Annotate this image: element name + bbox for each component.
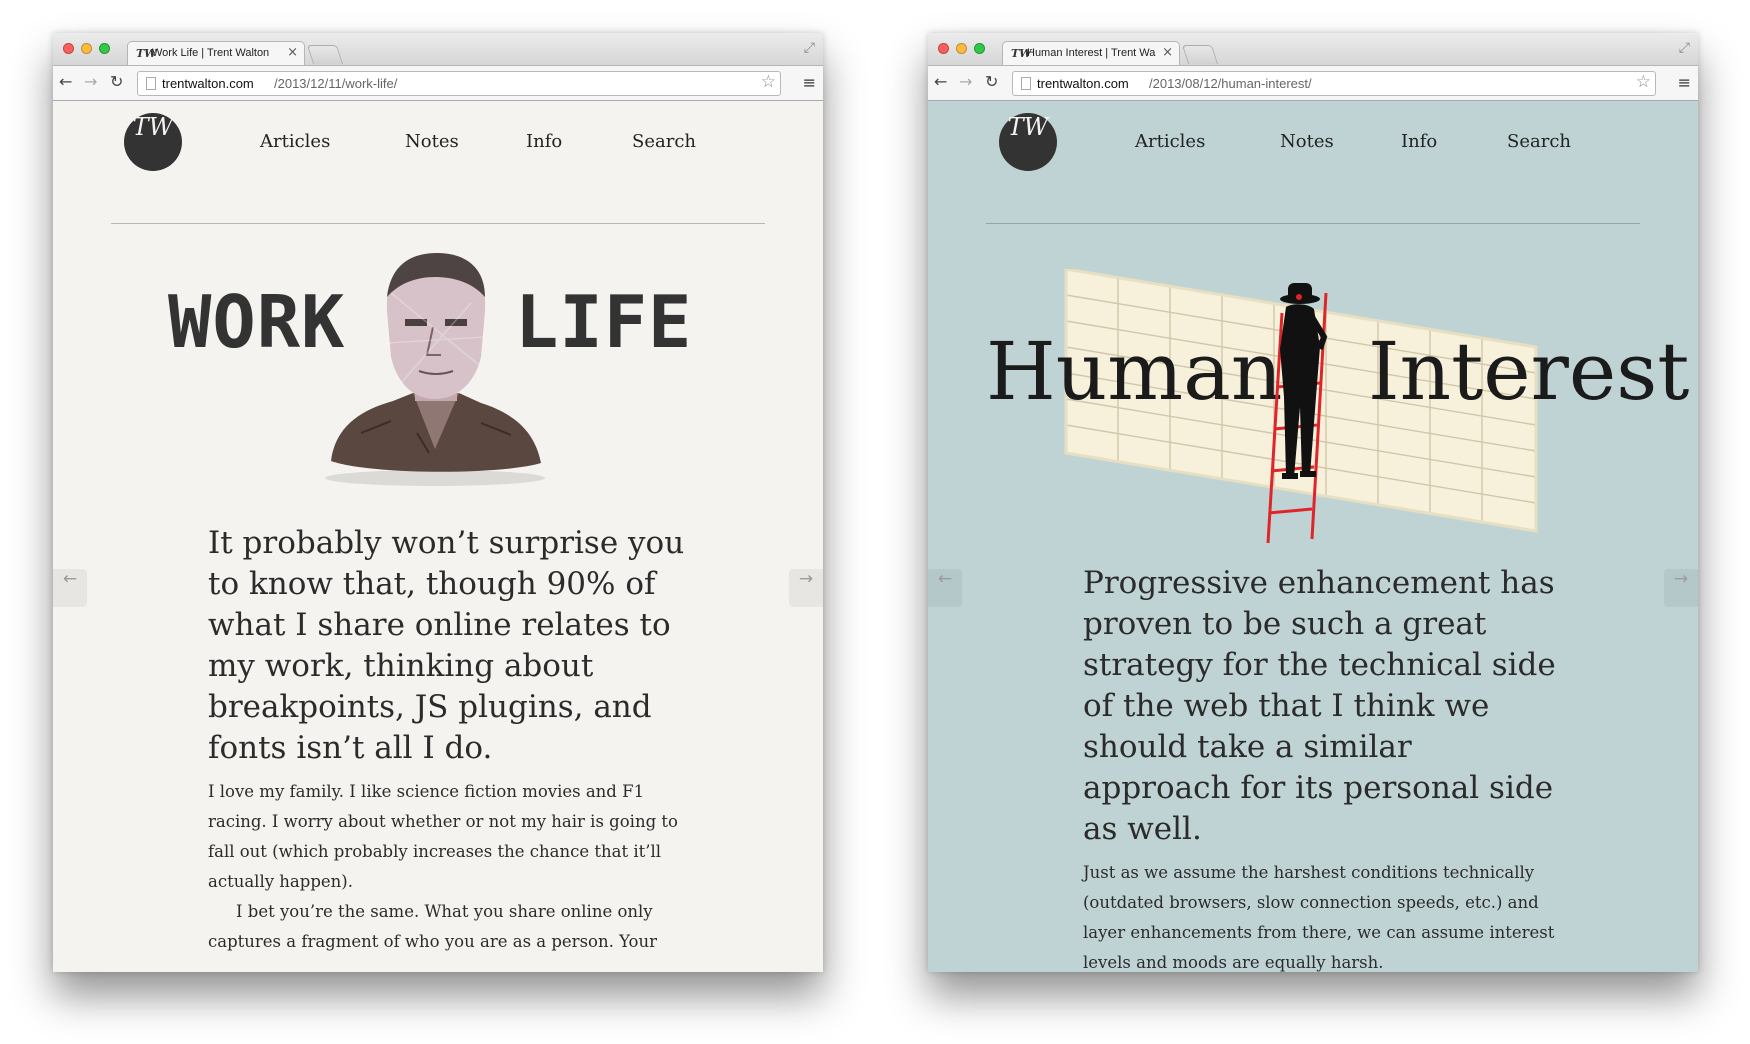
reload-icon[interactable]: ↻: [110, 72, 123, 91]
article-lede: Progressive enhancement has proven to be…: [1083, 565, 1556, 847]
nav-articles[interactable]: Articles: [1135, 131, 1205, 152]
address-bar[interactable]: trentwalton.com /2013/08/12/human-intere…: [1012, 71, 1656, 96]
new-tab-button[interactable]: [306, 45, 344, 64]
hero-word-left: WORK: [168, 280, 346, 364]
next-article-button[interactable]: →: [1664, 569, 1698, 607]
tab-close-icon[interactable]: ×: [1162, 45, 1173, 60]
forward-icon[interactable]: →: [959, 72, 972, 91]
url-domain: trentwalton.com: [1037, 76, 1129, 91]
site-logo[interactable]: TW: [124, 113, 182, 171]
url-path: /2013/08/12/human-interest/: [1149, 76, 1312, 91]
bookmark-star-icon[interactable]: ☆: [761, 72, 776, 92]
climber-on-ladder-illustration: [1266, 283, 1328, 544]
nav-info[interactable]: Info: [526, 131, 562, 152]
hero-word-right: LIFE: [515, 280, 693, 364]
back-icon[interactable]: ←: [59, 72, 72, 91]
bookmark-star-icon[interactable]: ☆: [1636, 72, 1651, 92]
title-bar: TW Work Life | Trent Walton × ⤢: [53, 33, 823, 66]
page-icon: [146, 77, 156, 90]
back-icon[interactable]: ←: [934, 72, 947, 91]
url-domain: trentwalton.com: [162, 76, 254, 91]
hero-illustration: WORK LIFE: [53, 225, 823, 525]
tab-title: Human Interest | Trent Wa: [1027, 47, 1156, 59]
header-divider: [111, 223, 765, 224]
browser-tab[interactable]: TW Work Life | Trent Walton ×: [127, 41, 305, 66]
fullscreen-icon[interactable]: ⤢: [1679, 40, 1690, 56]
forward-icon[interactable]: →: [84, 72, 97, 91]
tab-title: Work Life | Trent Walton: [152, 47, 270, 59]
page-icon: [1021, 77, 1031, 90]
browser-tab[interactable]: TW Human Interest | Trent Wa ×: [1002, 41, 1180, 66]
hero-word-left: Human: [986, 325, 1283, 418]
title-bar: TW Human Interest | Trent Wa × ⤢: [928, 33, 1698, 66]
next-article-button[interactable]: →: [789, 569, 823, 607]
article-paragraph: I bet you’re the same. What you share on…: [208, 902, 657, 951]
browser-toolbar: ← → ↻ trentwalton.com /2013/12/11/work-l…: [53, 65, 823, 101]
article-body: Progressive enhancement has proven to be…: [1083, 563, 1563, 972]
article-paragraph: Just as we assume the harshest condition…: [1083, 863, 1555, 972]
zoom-window-button[interactable]: [974, 43, 985, 54]
reload-icon[interactable]: ↻: [985, 72, 998, 91]
site-logo[interactable]: TW: [999, 113, 1057, 171]
article-lede: It probably won’t surprise you to know t…: [208, 525, 685, 766]
address-bar[interactable]: trentwalton.com /2013/12/11/work-life/ ☆: [137, 71, 781, 96]
new-tab-button[interactable]: [1181, 45, 1219, 64]
previous-article-button[interactable]: ←: [53, 569, 87, 607]
tab-close-icon[interactable]: ×: [287, 45, 298, 60]
nav-notes[interactable]: Notes: [1280, 131, 1334, 152]
close-window-button[interactable]: [938, 43, 949, 54]
menu-icon[interactable]: ≡: [1678, 73, 1691, 92]
hero-illustration: Human Interest: [928, 225, 1698, 544]
site-header: TW Articles Notes Info Search: [928, 99, 1698, 224]
menu-icon[interactable]: ≡: [803, 73, 816, 92]
hero-word-right: Interest: [1368, 325, 1690, 418]
nav-info[interactable]: Info: [1401, 131, 1437, 152]
nav-search[interactable]: Search: [1507, 131, 1571, 152]
close-window-button[interactable]: [63, 43, 74, 54]
url-path: /2013/12/11/work-life/: [274, 76, 398, 91]
site-header: TW Articles Notes Info Search: [53, 99, 823, 224]
browser-window-work-life: TW Work Life | Trent Walton × ⤢ ← → ↻ tr…: [53, 33, 823, 972]
header-divider: [986, 223, 1640, 224]
article-paragraph: I love my family. I like science fiction…: [208, 782, 678, 891]
minimize-window-button[interactable]: [81, 43, 92, 54]
nav-notes[interactable]: Notes: [405, 131, 459, 152]
fullscreen-icon[interactable]: ⤢: [804, 40, 815, 56]
previous-article-button[interactable]: ←: [928, 569, 962, 607]
article-body: It probably won’t surprise you to know t…: [208, 523, 688, 957]
zoom-window-button[interactable]: [99, 43, 110, 54]
browser-window-human-interest: TW Human Interest | Trent Wa × ⤢ ← → ↻ t…: [928, 33, 1698, 972]
browser-toolbar: ← → ↻ trentwalton.com /2013/08/12/human-…: [928, 65, 1698, 101]
minimize-window-button[interactable]: [956, 43, 967, 54]
nav-articles[interactable]: Articles: [260, 131, 330, 152]
nav-search[interactable]: Search: [632, 131, 696, 152]
